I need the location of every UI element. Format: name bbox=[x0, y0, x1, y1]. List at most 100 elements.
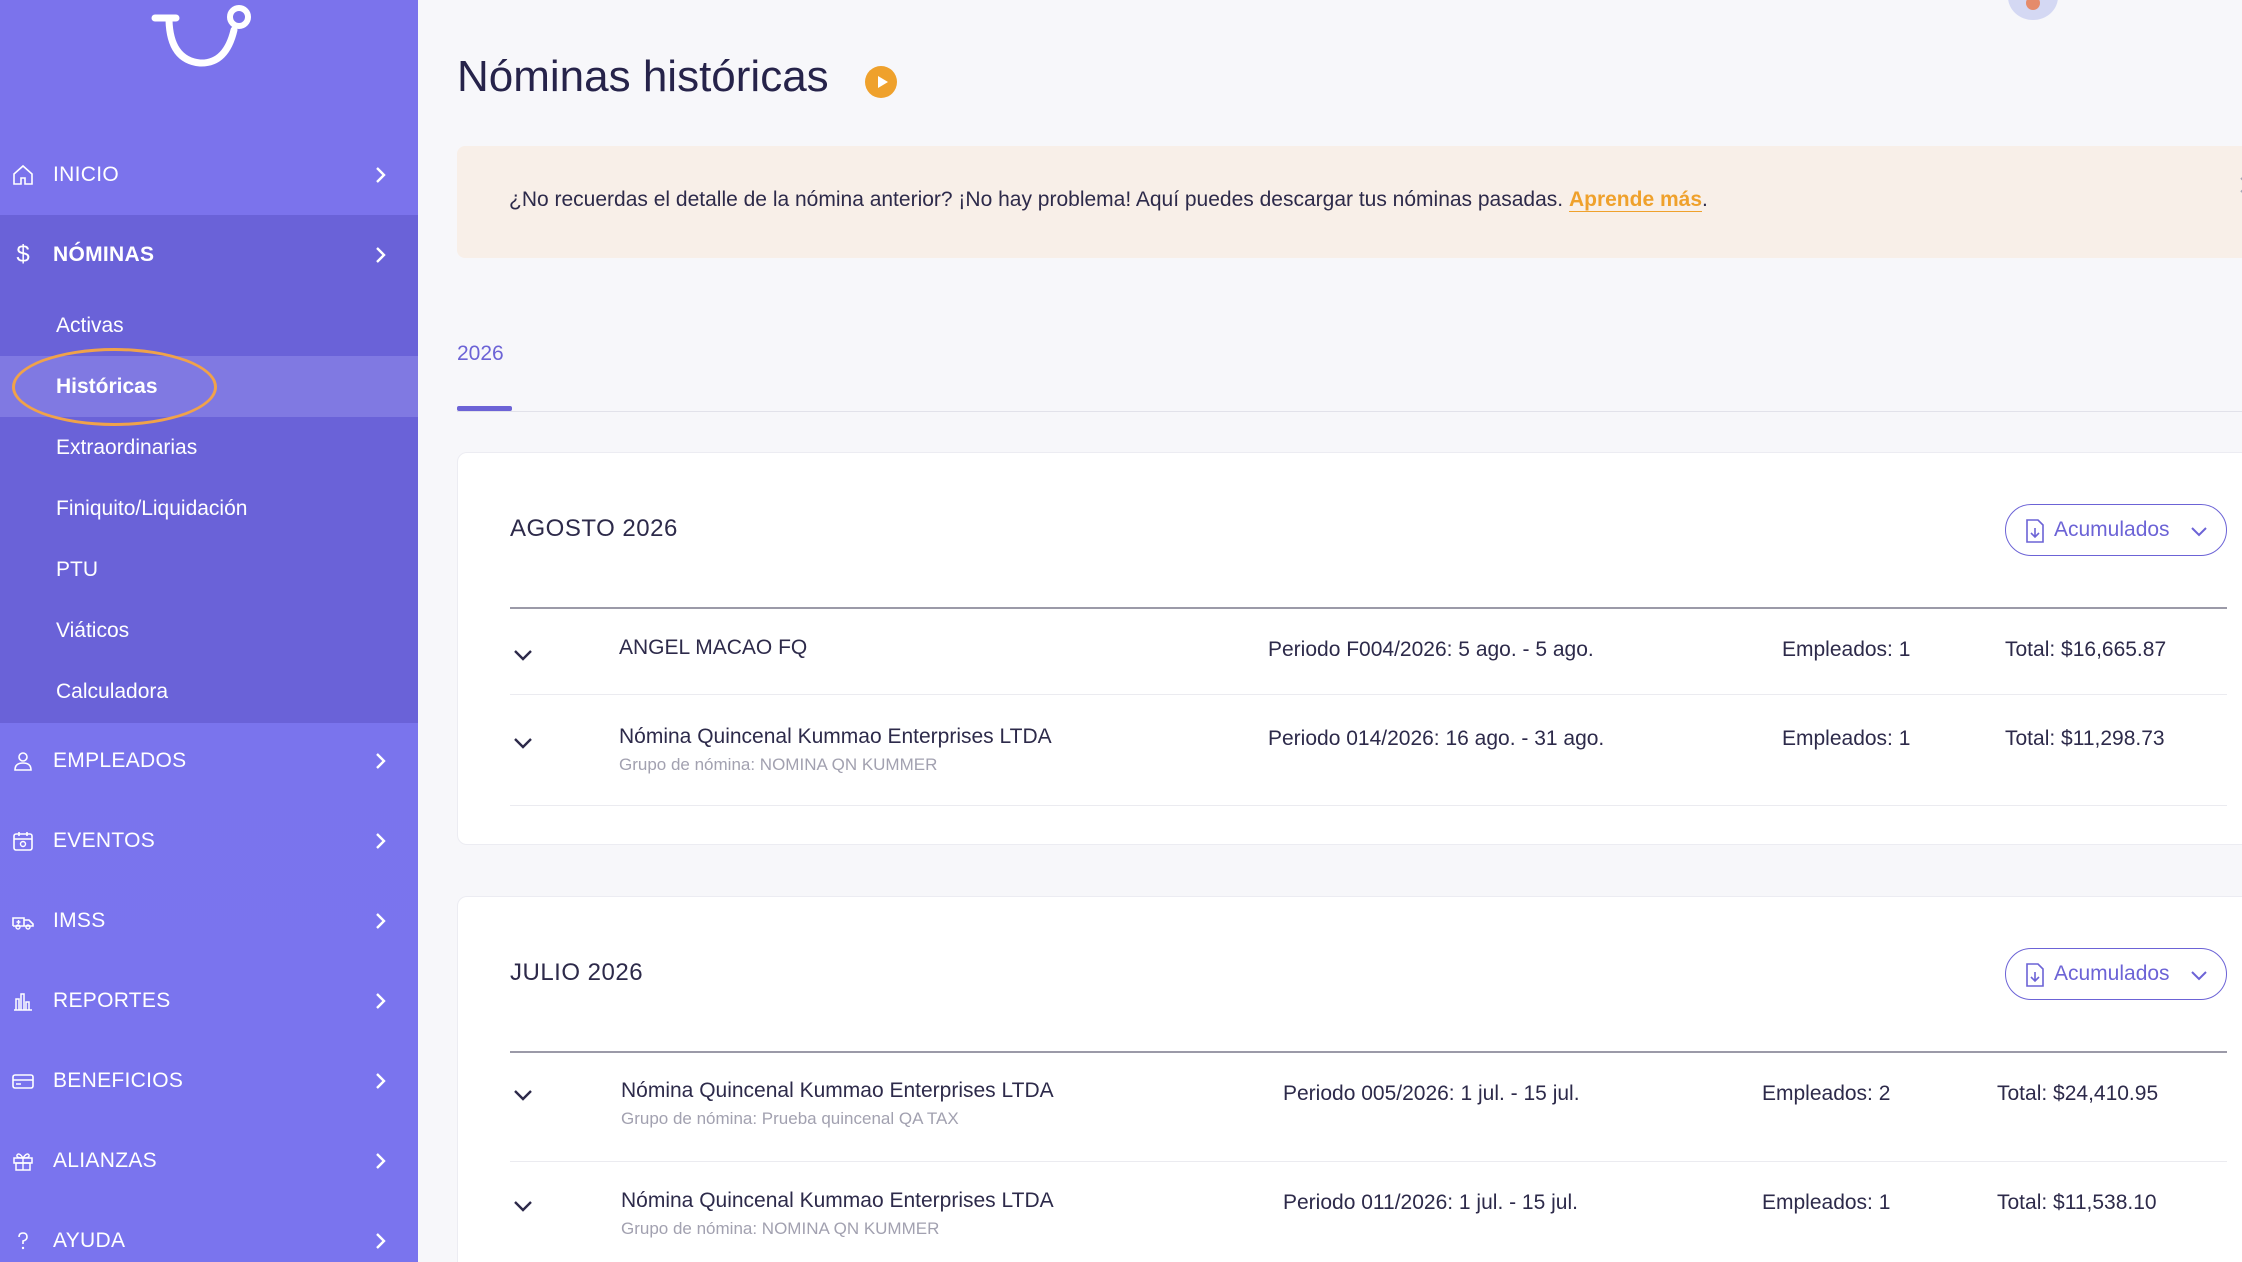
chevron-right-icon bbox=[376, 1233, 386, 1249]
card-icon bbox=[10, 1068, 36, 1094]
help-icon bbox=[10, 1228, 36, 1254]
payroll-group: Grupo de nómina: Prueba quincenal QA TAX bbox=[621, 1109, 959, 1128]
sidebar-item-beneficios[interactable]: BENEFICIOS bbox=[0, 1041, 418, 1121]
chevron-down-icon[interactable] bbox=[510, 1082, 536, 1108]
acumulados-button[interactable]: Acumulados bbox=[2005, 504, 2227, 556]
tab-2026[interactable]: 2026 bbox=[457, 342, 504, 366]
chevron-right-icon bbox=[376, 913, 386, 929]
payroll-employees: Empleados: 1 bbox=[1782, 638, 1911, 661]
payroll-total: Total: $11,298.73 bbox=[2005, 727, 2165, 750]
submenu-item-ptu[interactable]: PTU bbox=[0, 539, 418, 600]
submenu-item-viaticos[interactable]: Viáticos bbox=[0, 600, 418, 661]
payroll-period: Periodo 011/2026: 1 jul. - 15 jul. bbox=[1283, 1191, 1578, 1214]
play-video-button[interactable] bbox=[865, 66, 897, 98]
chevron-down-icon[interactable] bbox=[510, 1193, 536, 1219]
payroll-group: Grupo de nómina: NOMINA QN KUMMER bbox=[621, 1219, 940, 1238]
chevron-down-icon[interactable] bbox=[510, 730, 536, 756]
month-card-agosto: AGOSTO 2026 Acumulados ANGEL MACAO FQ Pe… bbox=[457, 452, 2242, 845]
tab-divider bbox=[457, 411, 2242, 412]
sidebar-item-imss[interactable]: IMSS bbox=[0, 881, 418, 961]
payroll-name[interactable]: Nómina Quincenal Kummao Enterprises LTDA bbox=[621, 1079, 1054, 1103]
sidebar-item-nominas[interactable]: $ NÓMINAS bbox=[0, 215, 418, 295]
submenu-item-label: Viáticos bbox=[56, 618, 130, 642]
chevron-down-icon[interactable] bbox=[510, 642, 536, 668]
banner-message: ¿No recuerdas el detalle de la nómina an… bbox=[509, 188, 1569, 211]
chevron-right-icon bbox=[376, 1153, 386, 1169]
submenu-item-label: Extraordinarias bbox=[56, 435, 198, 459]
sidebar: INICIO $ NÓMINAS Activas Históricas Extr… bbox=[0, 0, 418, 1262]
row-divider bbox=[510, 805, 2227, 806]
sidebar-item-empleados[interactable]: EMPLEADOS bbox=[0, 721, 418, 801]
ambulance-icon bbox=[10, 908, 36, 934]
sidebar-item-label: INICIO bbox=[53, 163, 119, 186]
sidebar-item-label: AYUDA bbox=[53, 1229, 126, 1252]
calendar-icon bbox=[10, 828, 36, 854]
submenu-item-extraordinarias[interactable]: Extraordinarias bbox=[0, 417, 418, 478]
payroll-period: Periodo F004/2026: 5 ago. - 5 ago. bbox=[1268, 638, 1594, 661]
row-divider bbox=[510, 1161, 2227, 1162]
info-banner: ¿No recuerdas el detalle de la nómina an… bbox=[457, 146, 2242, 258]
chevron-right-icon bbox=[376, 1073, 386, 1089]
payroll-total: Total: $24,410.95 bbox=[1997, 1082, 2159, 1105]
payroll-period: Periodo 005/2026: 1 jul. - 15 jul. bbox=[1283, 1082, 1580, 1105]
payroll-name[interactable]: ANGEL MACAO FQ bbox=[619, 636, 807, 660]
payroll-total: Total: $11,538.10 bbox=[1997, 1191, 2157, 1214]
page-title: Nóminas históricas bbox=[457, 52, 829, 101]
banner-text: ¿No recuerdas el detalle de la nómina an… bbox=[509, 188, 1708, 212]
sidebar-item-ayuda[interactable]: AYUDA bbox=[0, 1201, 418, 1262]
acumulados-label: Acumulados bbox=[2054, 518, 2170, 541]
submenu-item-label: Activas bbox=[56, 313, 124, 337]
month-card-julio: JULIO 2026 Acumulados Nómina Quincenal K… bbox=[457, 896, 2242, 1262]
close-icon[interactable] bbox=[2235, 172, 2242, 198]
payroll-employees: Empleados: 2 bbox=[1762, 1082, 1891, 1105]
acumulados-button[interactable]: Acumulados bbox=[2005, 948, 2227, 1000]
submenu-item-activas[interactable]: Activas bbox=[0, 295, 418, 356]
main-content: Nóminas históricas ¿No recuerdas el deta… bbox=[418, 0, 2242, 1262]
home-icon bbox=[10, 162, 36, 188]
payroll-name[interactable]: Nómina Quincenal Kummao Enterprises LTDA bbox=[619, 725, 1052, 749]
sidebar-item-inicio[interactable]: INICIO bbox=[0, 135, 418, 215]
chevron-right-icon bbox=[376, 167, 386, 183]
submenu-item-label: Calculadora bbox=[56, 679, 169, 703]
payroll-employees: Empleados: 1 bbox=[1782, 727, 1911, 750]
dollar-icon: $ bbox=[16, 241, 30, 268]
chevron-right-icon bbox=[376, 993, 386, 1009]
sidebar-item-eventos[interactable]: EVENTOS bbox=[0, 801, 418, 881]
submenu-item-finiquito[interactable]: Finiquito/Liquidación bbox=[0, 478, 418, 539]
chevron-right-icon bbox=[376, 833, 386, 849]
highlight-annotation bbox=[12, 348, 217, 426]
submenu-item-label: PTU bbox=[56, 557, 98, 581]
sidebar-item-label: IMSS bbox=[53, 909, 106, 932]
payroll-name[interactable]: Nómina Quincenal Kummao Enterprises LTDA bbox=[621, 1189, 1054, 1213]
payroll-employees: Empleados: 1 bbox=[1762, 1191, 1891, 1214]
avatar[interactable] bbox=[2008, 0, 2058, 20]
sidebar-item-label: BENEFICIOS bbox=[53, 1069, 184, 1092]
chevron-right-icon bbox=[376, 753, 386, 769]
sidebar-item-reportes[interactable]: REPORTES bbox=[0, 961, 418, 1041]
app-logo[interactable] bbox=[148, 0, 258, 72]
payroll-total: Total: $16,665.87 bbox=[2005, 638, 2167, 661]
sidebar-item-label: EMPLEADOS bbox=[53, 749, 187, 772]
chevron-right-icon bbox=[376, 247, 386, 263]
submenu-item-label: Finiquito/Liquidación bbox=[56, 496, 248, 520]
row-divider bbox=[510, 694, 2227, 695]
month-title: AGOSTO 2026 bbox=[510, 515, 678, 542]
sidebar-item-alianzas[interactable]: ALIANZAS bbox=[0, 1121, 418, 1201]
submenu-item-calculadora[interactable]: Calculadora bbox=[0, 661, 418, 722]
section-divider bbox=[510, 1051, 2227, 1053]
section-divider bbox=[510, 607, 2227, 609]
sidebar-item-label: EVENTOS bbox=[53, 829, 156, 852]
download-document-icon bbox=[2026, 963, 2044, 987]
payroll-period: Periodo 014/2026: 16 ago. - 31 ago. bbox=[1268, 727, 1605, 750]
chevron-down-icon bbox=[2191, 971, 2207, 981]
chevron-down-icon bbox=[2191, 527, 2207, 537]
bar-chart-icon bbox=[10, 988, 36, 1014]
sidebar-item-label: REPORTES bbox=[53, 989, 171, 1012]
sidebar-item-label: ALIANZAS bbox=[53, 1149, 157, 1172]
gift-icon bbox=[10, 1148, 36, 1174]
download-document-icon bbox=[2026, 519, 2044, 543]
acumulados-label: Acumulados bbox=[2054, 962, 2170, 985]
month-title: JULIO 2026 bbox=[510, 959, 644, 986]
learn-more-link[interactable]: Aprende más bbox=[1568, 188, 1702, 212]
banner-suffix: . bbox=[1702, 188, 1708, 211]
